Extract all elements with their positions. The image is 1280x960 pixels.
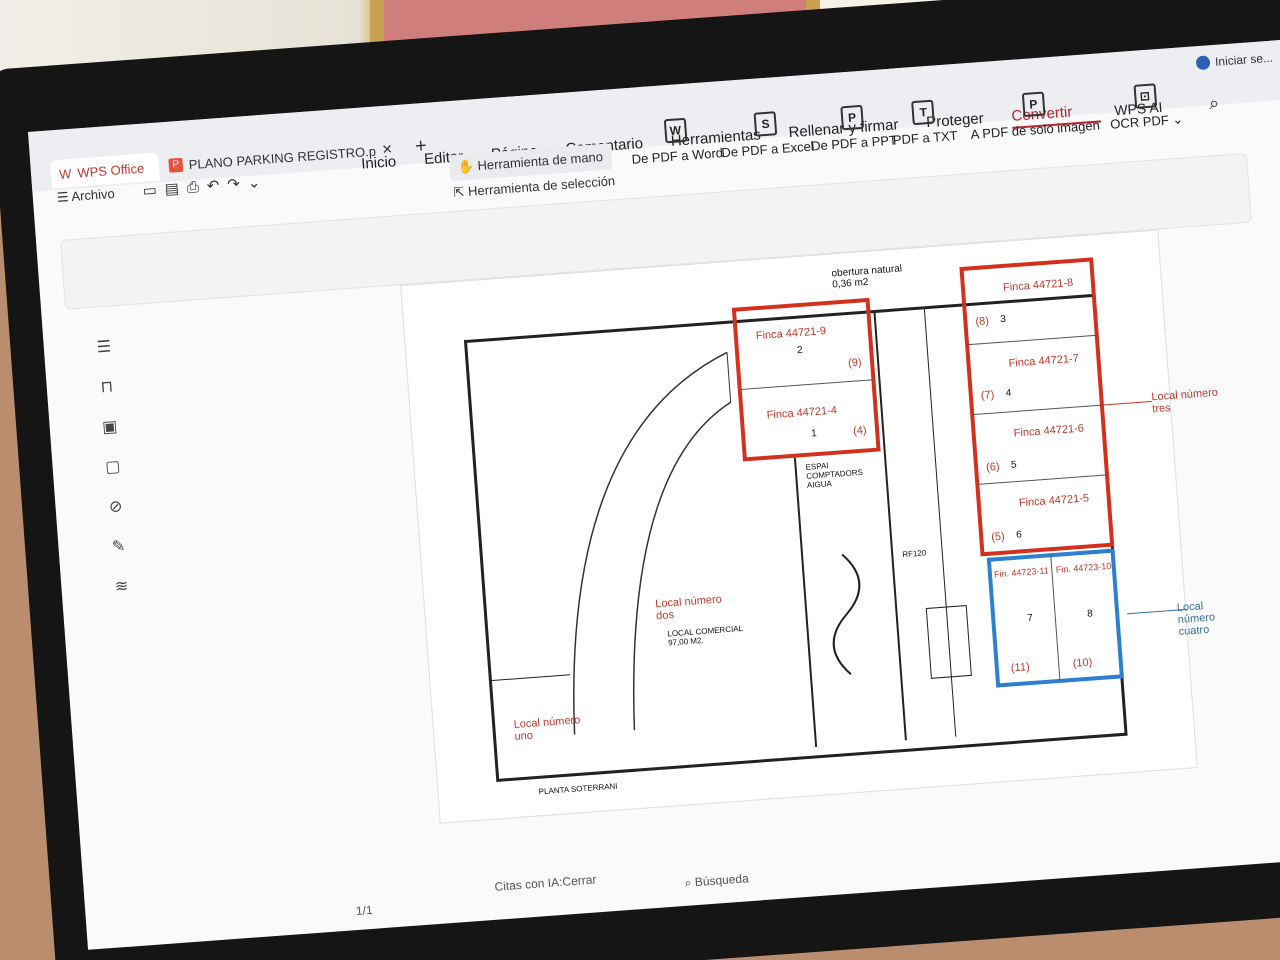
menu-inicio[interactable]: Inicio	[361, 151, 425, 177]
finca-44721-6-number: 5	[1010, 459, 1018, 471]
local-cuatro-label: Local número cuatro	[1176, 600, 1216, 639]
archivo-menu[interactable]: ☰ Archivo	[56, 186, 115, 206]
finca-44723-11-ref: (11)	[1010, 661, 1031, 675]
ppt-icon: P	[840, 104, 864, 131]
page-indicator[interactable]: 1/1	[355, 903, 373, 918]
wps-logo-icon: W	[58, 165, 72, 182]
finca-44721-7-number: 4	[1005, 387, 1012, 400]
finca-44723-11-number: 7	[1026, 612, 1034, 625]
citas-ia-text[interactable]: Citas con IA:Cerrar	[494, 872, 597, 893]
finca-44721-6-ref: (6)	[985, 460, 1001, 474]
ocr-icon: ⊡	[1133, 83, 1157, 109]
pdf-icon: P	[168, 157, 184, 173]
thumbnail-icon[interactable]: ▣	[102, 416, 119, 437]
finca-44723-10-ref: (10)	[1072, 656, 1093, 670]
finca-44721-4-number: 1	[810, 428, 818, 440]
local-tres-label: Local número tres	[1151, 386, 1219, 416]
pdf-to-excel-button[interactable]: S De PDF a Excel	[719, 109, 814, 160]
finca-44721-5-ref: (5)	[990, 530, 1006, 544]
user-icon	[1195, 55, 1211, 71]
signature-icon[interactable]: ✎	[111, 536, 126, 557]
finca-44723-10-number: 8	[1086, 608, 1094, 620]
finca-44721-7-ref: (7)	[980, 388, 995, 402]
comment-icon[interactable]: ▢	[104, 456, 121, 477]
rf120-label: RF120	[901, 548, 927, 560]
finca-44721-4-ref: (4)	[852, 424, 867, 438]
taskbar-search[interactable]: ⌕ Búsqueda	[684, 871, 749, 891]
pdf-to-word-button[interactable]: W De PDF a Word	[629, 115, 723, 167]
ocr-pdf-button[interactable]: ⊡ OCR PDF ⌄	[1108, 81, 1184, 132]
finca-44721-5-number: 6	[1015, 529, 1023, 541]
wps-screen: W WPS Office P PLANO PARKING REGISTRO.p …	[28, 36, 1280, 950]
outline-icon[interactable]: ☰	[96, 337, 112, 358]
finca-44721-9-ref: (9)	[847, 356, 863, 370]
pdf-to-ppt-button[interactable]: P De PDF a PPT	[808, 102, 897, 154]
finca-44721-8-ref: (8)	[975, 315, 990, 329]
finca-44721-8-number: 3	[999, 313, 1007, 326]
word-icon: W	[663, 117, 688, 144]
bookmark-icon[interactable]: ⊓	[100, 376, 114, 397]
search-icon[interactable]: ⌕	[1208, 93, 1220, 115]
left-sidebar: ☰ ⊓ ▣ ▢ ⊘ ✎ ≋	[83, 336, 142, 598]
attachment-icon[interactable]: ⊘	[108, 496, 123, 517]
pdf-to-txt-button[interactable]: T PDF a TXT	[890, 98, 958, 148]
pdf-page: obertura natural 0,36 m2 Finca 44721-9 2…	[400, 229, 1218, 824]
finca-44721-9-number: 2	[796, 344, 804, 357]
txt-icon: T	[911, 99, 936, 126]
excel-icon: S	[753, 111, 778, 137]
pdf-image-only-button[interactable]: PA PDF de solo imagen	[968, 88, 1100, 142]
layers-icon[interactable]: ≋	[114, 576, 129, 597]
image-pdf-icon: P	[1021, 91, 1046, 118]
